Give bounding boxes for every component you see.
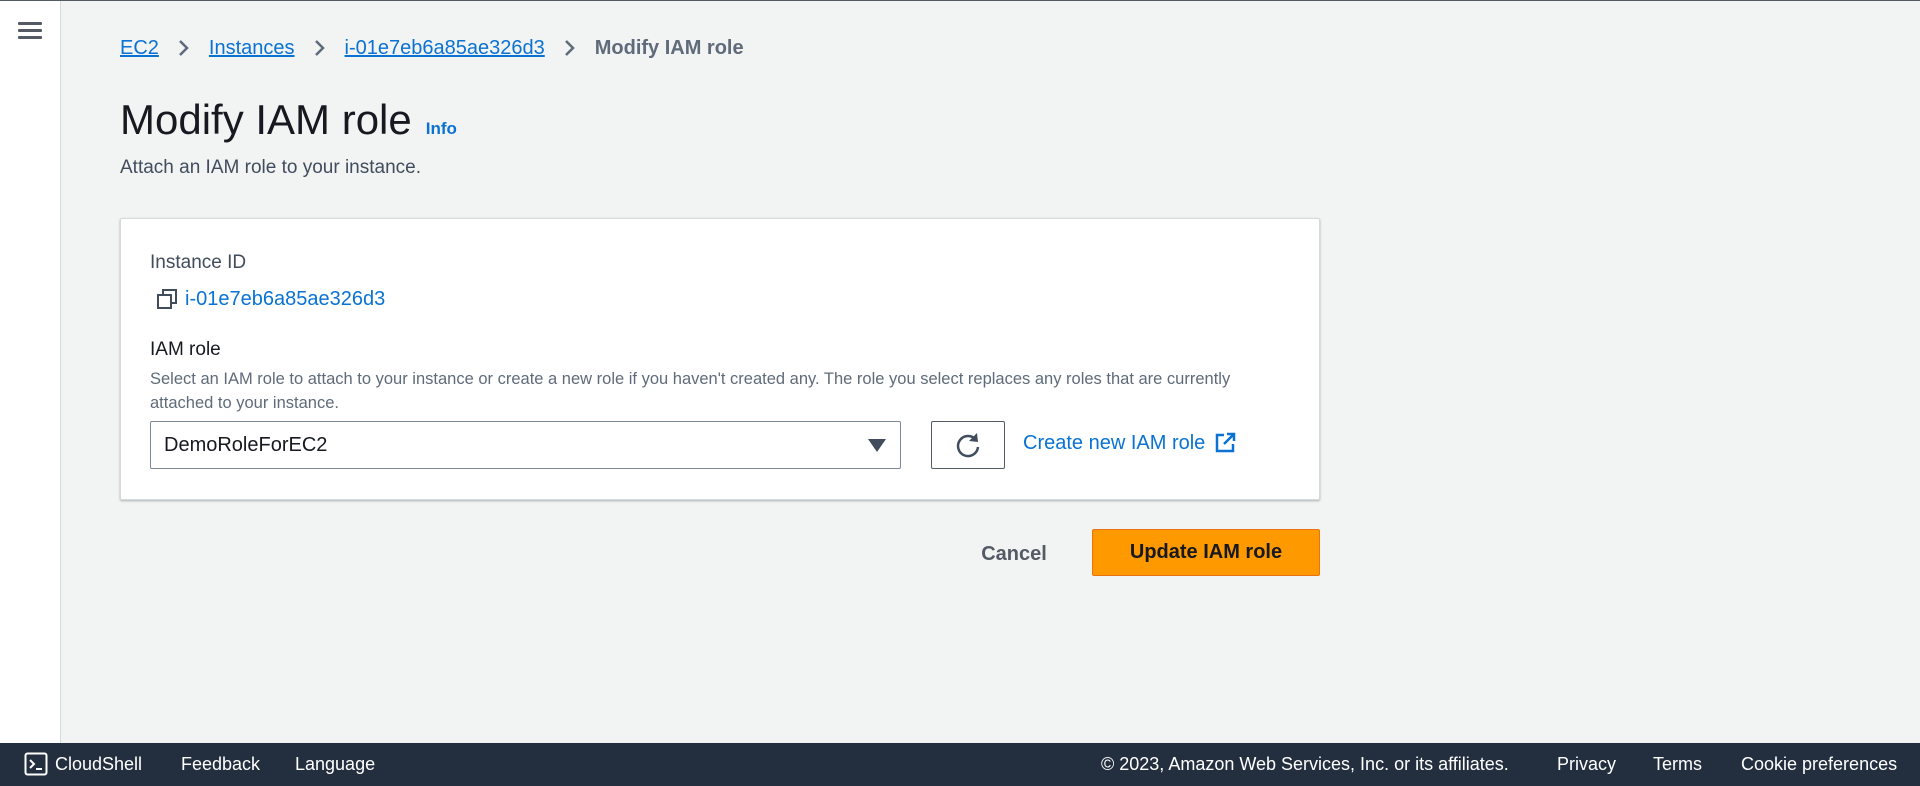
cancel-button[interactable]: Cancel [960, 533, 1068, 575]
language-link[interactable]: Language [295, 754, 375, 775]
chevron-right-icon [314, 40, 325, 56]
page-description: Attach an IAM role to your instance. [120, 157, 421, 178]
update-iam-role-button[interactable]: Update IAM role [1092, 529, 1320, 576]
instance-id-value: i-01e7eb6a85ae326d3 [185, 287, 386, 310]
menu-icon[interactable] [18, 21, 42, 41]
top-border [0, 0, 1920, 1]
refresh-icon [956, 433, 980, 458]
cloudshell-icon[interactable] [24, 752, 48, 776]
instance-id-label: Instance ID [150, 252, 247, 273]
iam-role-select[interactable]: DemoRoleForEC2 [150, 421, 901, 469]
iam-role-selected-value: DemoRoleForEC2 [164, 434, 328, 456]
side-navigation [0, 1, 61, 743]
breadcrumb-current: Modify IAM role [594, 36, 744, 59]
chevron-right-icon [179, 40, 189, 56]
terms-link[interactable]: Terms [1653, 754, 1702, 775]
cloudshell-link[interactable]: CloudShell [55, 754, 142, 775]
create-new-iam-role-link[interactable]: Create new IAM role [1023, 431, 1237, 455]
footer: CloudShell Feedback Language © 2023, Ama… [0, 743, 1920, 786]
caret-down-icon [868, 439, 886, 452]
page-title: Modify IAM role [120, 96, 412, 143]
iam-role-label: IAM role [150, 339, 221, 360]
copy-icon[interactable] [155, 287, 179, 311]
breadcrumb-instance-id-link[interactable]: i-01e7eb6a85ae326d3 [345, 37, 545, 60]
modify-role-panel: Instance ID i-01e7eb6a85ae326d3 IAM role… [120, 218, 1320, 500]
page-header: Modify IAM role Info [120, 96, 457, 144]
instance-id-row: i-01e7eb6a85ae326d3 [155, 287, 385, 311]
cookie-preferences-link[interactable]: Cookie preferences [1741, 754, 1897, 775]
breadcrumb-instances-link[interactable]: Instances [209, 37, 295, 60]
chevron-right-icon [564, 40, 575, 56]
refresh-button[interactable] [931, 421, 1005, 469]
feedback-link[interactable]: Feedback [181, 754, 260, 775]
breadcrumb: EC2 Instances i-01e7eb6a85ae326d3 Modify… [120, 33, 744, 63]
create-new-iam-role-label: Create new IAM role [1023, 431, 1206, 454]
privacy-link[interactable]: Privacy [1557, 754, 1616, 775]
breadcrumb-ec2-link[interactable]: EC2 [120, 37, 159, 60]
iam-role-description: Select an IAM role to attach to your ins… [150, 370, 1231, 412]
copyright-text: © 2023, Amazon Web Services, Inc. or its… [1101, 754, 1509, 774]
info-link[interactable]: Info [426, 119, 457, 139]
external-link-icon [1216, 432, 1236, 453]
